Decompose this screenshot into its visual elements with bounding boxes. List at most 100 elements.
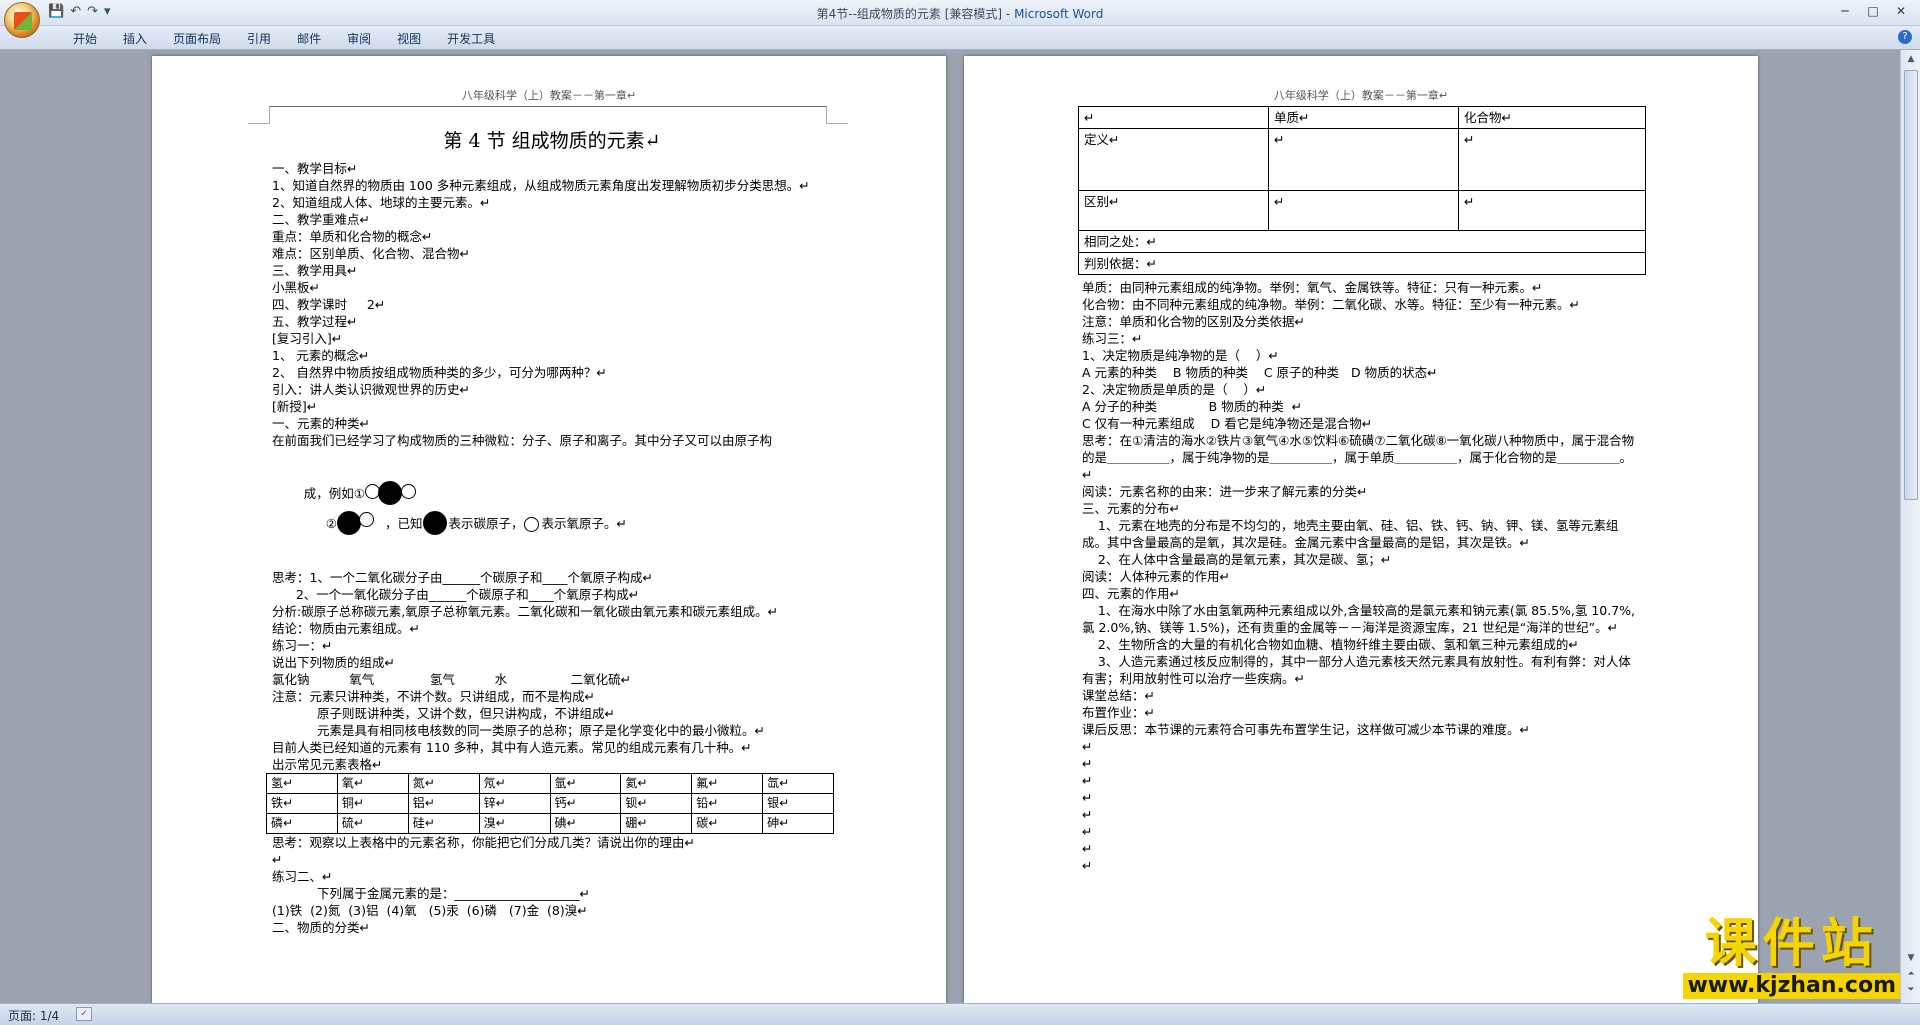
office-button[interactable] xyxy=(4,2,40,38)
ribbon-tab[interactable]: 页面布局 xyxy=(160,30,234,47)
text-line: [新授]↵ xyxy=(272,399,318,414)
text-line: 难点：区别单质、化合物、混合物↵ xyxy=(272,246,470,261)
text-line: 一、教学目标↵ xyxy=(272,161,358,176)
text-line: 2、一个一氧化碳分子由______个碳原子和____个氧原子构成↵ xyxy=(272,587,640,602)
table-cell: 硅↵ xyxy=(407,813,480,834)
text-line: [复习引入]↵ xyxy=(272,331,343,346)
table-cell: 铅↵ xyxy=(691,793,764,814)
text-line: 三、教学用具↵ xyxy=(272,263,358,278)
page-title: 第 4 节 组成物质的元素↵ xyxy=(443,130,661,152)
table-row: 相同之处：↵ xyxy=(1078,230,1646,253)
page-2: 八年级科学（上）教案－－第一章↵ ↵ 单质↵ 化合物↵ 定义↵ ↵ ↵ 区别↵ … xyxy=(964,56,1758,1003)
table-cell: 氙↵ xyxy=(762,773,834,794)
scroll-down-icon[interactable]: ▼ xyxy=(1904,951,1918,965)
molecule-line-known: ，已知 xyxy=(385,516,423,531)
window-controls: ─ □ ✕ xyxy=(1832,2,1914,20)
ribbon-tab[interactable]: 插入 xyxy=(110,30,160,47)
table-cell: ↵ xyxy=(1458,190,1646,231)
carbon-label: 表示碳原子， xyxy=(448,516,524,531)
margin-corner-mark xyxy=(248,106,270,124)
table-cell: 硼↵ xyxy=(620,813,693,834)
table-row: 定义↵ ↵ ↵ xyxy=(1078,128,1646,191)
co2-molecule-icon xyxy=(365,480,425,509)
maximize-icon[interactable]: □ xyxy=(1860,2,1886,20)
ribbon-tab[interactable]: 开发工具 xyxy=(434,30,508,47)
text-line: A 元素的种类 B 物质的种类 C 原子的种类 D 物质的状态↵ xyxy=(1082,365,1438,380)
table-cell: 区别↵ xyxy=(1078,190,1269,231)
text-line: 2、在人体中含量最高的是氧元素，其次是碳、氢；↵ xyxy=(1082,552,1392,567)
table-cell: 溴↵ xyxy=(478,813,551,834)
page-count[interactable]: 页面: 1/4 xyxy=(8,1007,59,1024)
ribbon-tab[interactable]: 引用 xyxy=(234,30,284,47)
ribbon-tab[interactable]: 视图 xyxy=(384,30,434,47)
previous-page-icon[interactable]: ⏶ xyxy=(1904,967,1918,981)
watermark-url: www.kjzhan.com xyxy=(1683,973,1900,999)
text-line: C 仅有一种元素组成 D 看它是纯净物还是混合物↵ xyxy=(1082,416,1373,431)
table-cell: 单质↵ xyxy=(1268,106,1459,129)
text-line: 1、决定物质是纯净物的是（ ）↵ xyxy=(1082,348,1279,363)
window-title: 第4节--组成物质的元素 [兼容模式] - Microsoft Word xyxy=(0,5,1920,22)
page-header: 八年级科学（上）教案－－第一章↵ xyxy=(461,89,637,102)
oxygen-label: 表示氧原子。↵ xyxy=(541,516,628,531)
margin-corner-mark xyxy=(826,106,848,124)
table-cell: 碳↵ xyxy=(691,813,764,834)
table-cell: 铝↵ xyxy=(407,793,480,814)
table-cell: 氢↵ xyxy=(266,773,338,794)
text-line: 三、元素的分布↵ xyxy=(1082,501,1180,516)
text-line: 化合物：由不同种元素组成的纯净物。举例：二氧化碳、水等。特征：至少有一种元素。↵ xyxy=(1082,297,1580,312)
close-icon[interactable]: ✕ xyxy=(1888,2,1914,20)
office-logo-icon xyxy=(14,12,32,30)
table-cell: 判别依据：↵ xyxy=(1078,252,1646,275)
ribbon-tab[interactable]: 开始 xyxy=(60,30,110,47)
help-icon[interactable]: ? xyxy=(1898,30,1912,44)
ribbon: 开始 插入 页面布局 引用 邮件 审阅 视图 开发工具 ? xyxy=(0,26,1920,50)
text-line: 课后反思：本节课的元素符合可事先布置学生记，这样做可减少本节课的难度。↵ xyxy=(1082,722,1530,737)
table-cell: ↵ xyxy=(1268,128,1459,191)
text-line: 出示常见元素表格↵ xyxy=(272,757,383,772)
document-workspace: 八年级科学（上）教案－－第一章↵ 第 4 节 组成物质的元素↵ 一、教学目标↵ 1… xyxy=(0,50,1900,1003)
text-line: ↵ xyxy=(1082,790,1093,805)
ribbon-tab[interactable]: 审阅 xyxy=(334,30,384,47)
table-cell: 氖↵ xyxy=(478,773,551,794)
text-line: (1)铁 (2)氮 (3)铝 (4)氧 (5)汞 (6)磷 (7)金 (8)溴↵ xyxy=(272,903,588,918)
vertical-scrollbar[interactable]: ▲ ▼ ⏶ ⏷ xyxy=(1900,50,1920,1003)
carbon-atom-icon xyxy=(422,510,449,539)
ribbon-tabs: 开始 插入 页面布局 引用 邮件 审阅 视图 开发工具 xyxy=(60,30,508,47)
table-cell: 钡↵ xyxy=(620,793,693,814)
text-line: 原子则既讲种类，又讲个数，但只讲构成，不讲组成↵ xyxy=(317,706,615,721)
scrollbar-thumb[interactable] xyxy=(1904,70,1918,500)
next-page-icon[interactable]: ⏷ xyxy=(1904,983,1918,997)
table-row: 区别↵ ↵ ↵ xyxy=(1078,190,1646,231)
proofing-icon[interactable]: ✓ xyxy=(76,1007,92,1021)
text-line: 注意：单质和化合物的区别及分类依据↵ xyxy=(1082,314,1305,329)
text-line: 布置作业：↵ xyxy=(1082,705,1155,720)
table-row: 判别依据：↵ xyxy=(1078,252,1646,275)
table-cell: 氦↵ xyxy=(620,773,693,794)
watermark-logo: 课件站 www.kjzhan.com xyxy=(1683,915,1900,999)
text-line: ↵ xyxy=(1082,739,1093,754)
text-line: 1、元素在地壳的分布是不均匀的，地壳主要由氧、硅、铝、铁、钙、钠、钾、镁、氢等元… xyxy=(1082,518,1619,550)
watermark-brand: 课件站 xyxy=(1704,914,1879,974)
page-1: 八年级科学（上）教案－－第一章↵ 第 4 节 组成物质的元素↵ 一、教学目标↵ 1… xyxy=(152,56,946,1003)
app-name: Microsoft Word xyxy=(1014,7,1104,21)
text-block: 思考：1、一个二氧化碳分子由______个碳原子和____个氧原子构成↵ 2、一… xyxy=(272,569,832,773)
text-line: ↵ xyxy=(1082,858,1093,873)
scroll-up-icon[interactable]: ▲ xyxy=(1904,52,1918,66)
page-2-body[interactable]: ↵ 单质↵ 化合物↵ 定义↵ ↵ ↵ 区别↵ ↵ ↵ 相同之处：↵ 判别依据：↵… xyxy=(1078,106,1646,874)
table-row: 氢↵ 氧↵ 氮↵ 氖↵ 氩↵ 氦↵ 氟↵ 氙↵ xyxy=(266,773,834,794)
text-line: ↵ xyxy=(1082,807,1093,822)
page-1-body[interactable]: 第 4 节 组成物质的元素↵ 一、教学目标↵ 1、知道自然界的物质由 100 多种… xyxy=(266,126,834,936)
text-line: 练习二、↵ xyxy=(272,869,333,884)
table-cell: ↵ xyxy=(1268,190,1459,231)
text-line: 注意：元素只讲种类，不讲个数。只讲组成，而不是构成↵ xyxy=(272,689,595,704)
ribbon-tab[interactable]: 邮件 xyxy=(284,30,334,47)
text-line: 阅读：元素名称的由来：进一步来了解元素的分类↵ xyxy=(1082,484,1368,499)
table-cell: ↵ xyxy=(1078,106,1269,129)
text-line: 二、物质的分类↵ xyxy=(272,920,370,935)
minimize-icon[interactable]: ─ xyxy=(1832,2,1858,20)
text-block: 一、教学目标↵ 1、知道自然界的物质由 100 多种元素组成，从组成物质元素角度出… xyxy=(272,160,832,449)
table-cell: 氧↵ xyxy=(336,773,409,794)
table-cell: 氩↵ xyxy=(549,773,622,794)
text-line: 2、生物所含的大量的有机化合物如血糖、植物纤维主要由碳、氢和氧三种元素组成的↵ xyxy=(1082,637,1579,652)
text-line: A 分子的种类 B 物质的种类 ↵ xyxy=(1082,399,1303,414)
